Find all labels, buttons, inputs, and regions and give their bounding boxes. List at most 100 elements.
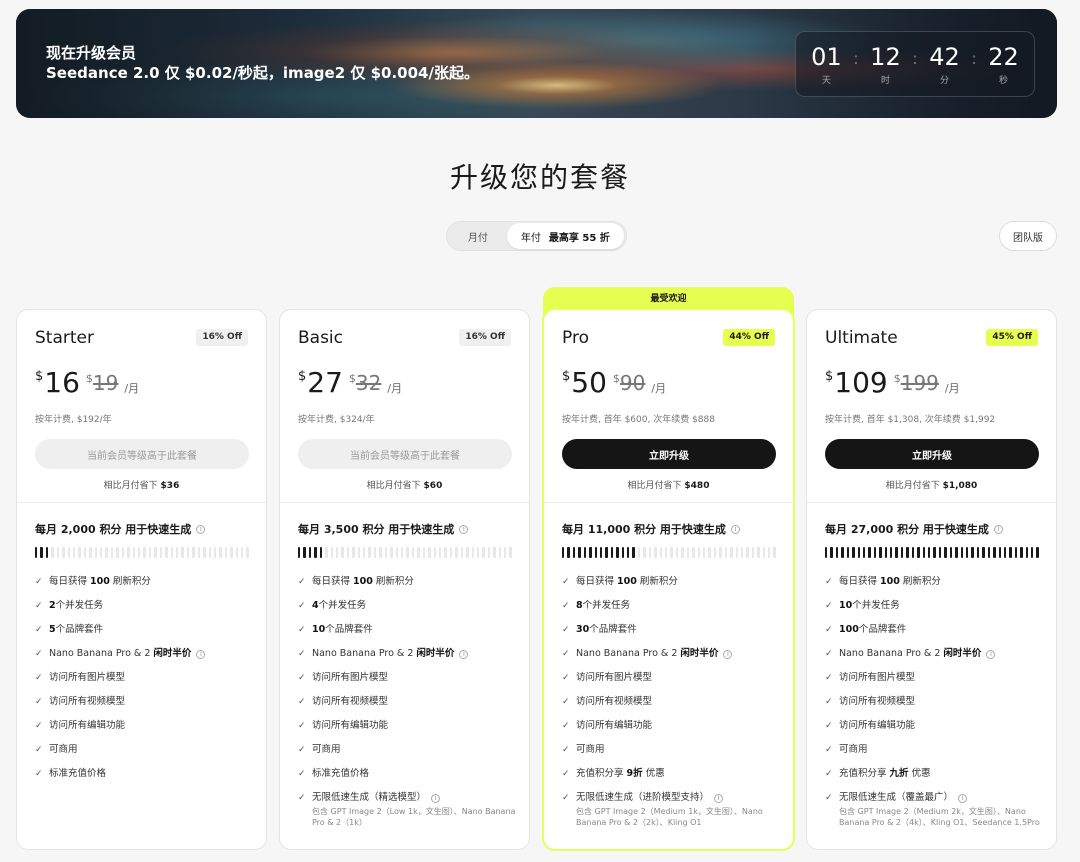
meter-tick bbox=[40, 547, 43, 558]
meter-tick bbox=[308, 547, 312, 558]
meter-tick bbox=[692, 547, 695, 558]
team-plan-button[interactable]: 团队版 bbox=[999, 221, 1057, 251]
toggle-yearly-promo: 最高享 55 折 bbox=[548, 232, 610, 244]
meter-tick bbox=[846, 547, 850, 558]
countdown-timer: 01 天 : 12 时 : 42 分 : 22 秒 bbox=[795, 31, 1035, 97]
meter-tick bbox=[422, 547, 426, 558]
meter-tick bbox=[138, 547, 141, 558]
feature-text: 访问所有图片模型 bbox=[839, 672, 916, 683]
check-icon: ✓ bbox=[562, 721, 570, 731]
countdown-label: 秒 bbox=[999, 75, 1009, 86]
credits-label: 每月 11,000 积分 用于快速生成 bbox=[562, 523, 726, 536]
feature-item: ✓ 充值积分享 9折 优惠 bbox=[562, 768, 784, 792]
meter-tick bbox=[1025, 547, 1029, 558]
meter-tick bbox=[493, 547, 496, 558]
meter-tick bbox=[116, 547, 119, 558]
check-icon: ✓ bbox=[825, 769, 833, 779]
meter-tick bbox=[504, 547, 507, 558]
info-icon[interactable]: i bbox=[993, 524, 1003, 534]
meter-tick bbox=[72, 547, 76, 558]
meter-tick bbox=[1014, 547, 1018, 558]
feature-text: 访问所有编辑功能 bbox=[576, 720, 653, 731]
meter-tick bbox=[583, 547, 587, 558]
info-icon[interactable]: i bbox=[730, 524, 740, 534]
original-price-value: 90 bbox=[619, 371, 646, 395]
feature-strong: 10 bbox=[839, 600, 853, 611]
info-icon[interactable]: i bbox=[459, 524, 469, 534]
original-currency: $ bbox=[348, 372, 356, 385]
meter-tick bbox=[428, 547, 431, 558]
countdown-label: 时 bbox=[880, 75, 890, 86]
feature-text: Nano Banana Pro & 2 bbox=[839, 648, 941, 659]
check-icon: ✓ bbox=[298, 769, 306, 779]
feature-strong: 9折 bbox=[626, 768, 643, 779]
meter-tick bbox=[562, 547, 565, 558]
feature-text: 刷新积分 bbox=[639, 576, 678, 587]
meter-tick bbox=[368, 547, 371, 558]
savings-prefix: 相比月付省下 bbox=[885, 481, 940, 491]
meter-tick bbox=[686, 547, 690, 558]
banner-title: 现在升级会员 bbox=[46, 44, 137, 62]
feature-text: 优惠 bbox=[645, 768, 665, 779]
meter-tick bbox=[960, 547, 963, 558]
check-icon: ✓ bbox=[562, 793, 570, 803]
feature-text: 个并发任务 bbox=[852, 600, 900, 611]
info-icon[interactable]: i bbox=[714, 794, 724, 803]
feature-text: 个品牌套件 bbox=[589, 624, 637, 635]
feature-item: ✓ 无限低速生成（进阶模型支持） i bbox=[562, 792, 784, 816]
toggle-monthly[interactable]: 月付 bbox=[449, 223, 507, 249]
feature-text: 个品牌套件 bbox=[55, 624, 104, 635]
meter-tick bbox=[417, 547, 420, 558]
feature-strong: 30 bbox=[576, 624, 590, 635]
meter-tick bbox=[170, 547, 173, 558]
meter-tick bbox=[121, 547, 125, 558]
check-icon: ✓ bbox=[35, 745, 43, 755]
toggle-yearly-label: 年付 bbox=[520, 232, 541, 244]
original-price: $19 bbox=[86, 366, 118, 400]
upgrade-button[interactable]: 立即升级 bbox=[825, 439, 1039, 469]
info-icon[interactable]: i bbox=[196, 524, 206, 534]
meter-tick bbox=[482, 547, 485, 558]
info-icon[interactable]: i bbox=[196, 650, 206, 659]
feature-text: 可商用 bbox=[49, 744, 78, 755]
meter-tick bbox=[100, 547, 103, 558]
promo-banner[interactable]: 现在升级会员 Seedance 2.0 仅 $0.02/秒起，image2 仅 … bbox=[16, 9, 1057, 118]
banner-subtitle: Seedance 2.0 仅 $0.02/秒起，image2 仅 $0.004/… bbox=[46, 64, 479, 82]
monthly-credits: 每月 3,500 积分 用于快速生成 i bbox=[298, 521, 469, 537]
countdown-separator: : bbox=[853, 48, 859, 68]
meter-tick bbox=[51, 547, 54, 558]
countdown-value: 12 bbox=[870, 42, 901, 71]
original-price: $199 bbox=[894, 366, 939, 400]
savings-prefix: 相比月付省下 bbox=[366, 481, 421, 491]
meter-tick bbox=[944, 547, 947, 558]
savings-amount: $36 bbox=[160, 481, 180, 491]
info-icon[interactable]: i bbox=[459, 650, 469, 659]
meter-tick bbox=[330, 547, 333, 558]
savings-amount: $480 bbox=[684, 481, 710, 491]
meter-tick bbox=[411, 547, 415, 558]
upgrade-button[interactable]: 立即升级 bbox=[562, 439, 776, 469]
feature-text: 无限低速生成（进阶模型支持） bbox=[576, 792, 710, 803]
toggle-yearly[interactable]: 年付 最高享 55 折 bbox=[506, 223, 624, 249]
meter-tick bbox=[45, 547, 49, 558]
price-row: $27 $32/月 bbox=[298, 366, 402, 400]
meter-tick bbox=[335, 547, 339, 558]
meter-tick bbox=[724, 547, 728, 558]
meter-tick bbox=[697, 547, 700, 558]
info-icon[interactable]: i bbox=[431, 794, 441, 803]
meter-tick bbox=[67, 547, 70, 558]
meter-tick bbox=[346, 547, 350, 558]
meter-tick bbox=[186, 547, 190, 558]
info-icon[interactable]: i bbox=[958, 794, 968, 803]
meter-tick bbox=[900, 547, 904, 558]
meter-tick bbox=[884, 547, 888, 558]
meter-tick bbox=[89, 547, 92, 558]
info-icon[interactable]: i bbox=[723, 650, 733, 659]
feature-text: 标准充值价格 bbox=[49, 768, 107, 779]
check-icon: ✓ bbox=[825, 601, 833, 611]
meter-tick bbox=[438, 547, 442, 558]
info-icon[interactable]: i bbox=[986, 650, 996, 659]
meter-tick bbox=[466, 547, 469, 558]
meter-tick bbox=[933, 547, 936, 558]
check-icon: ✓ bbox=[562, 649, 570, 659]
